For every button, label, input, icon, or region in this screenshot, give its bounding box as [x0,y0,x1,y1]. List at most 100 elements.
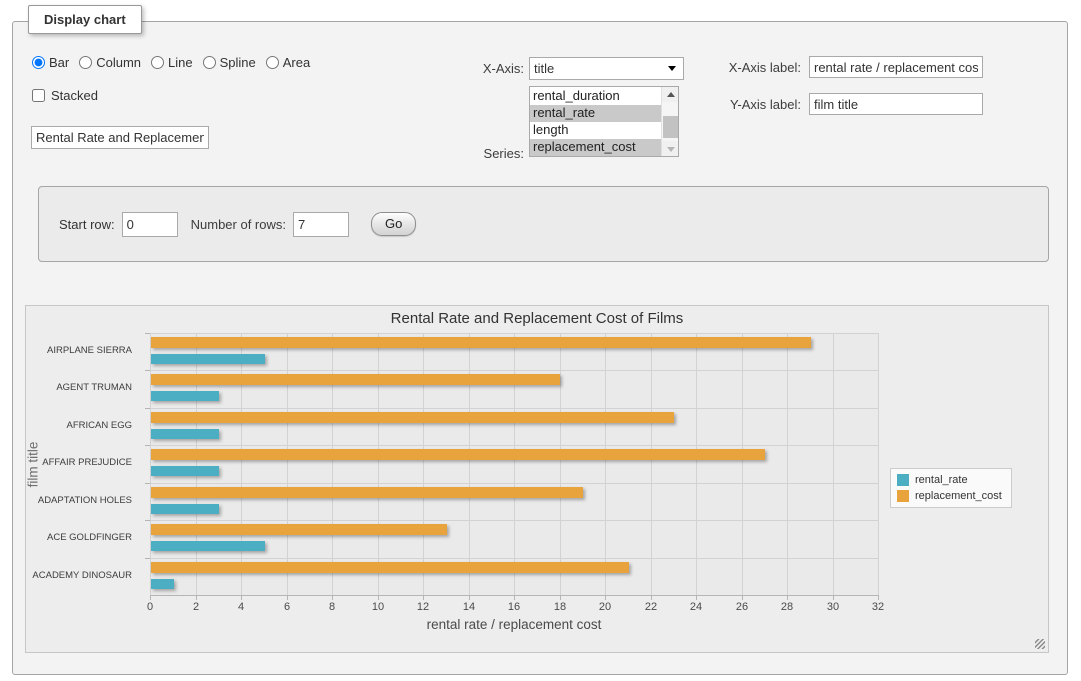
chart-type-option-text: Column [96,55,141,70]
bar-replacement_cost [151,449,765,460]
x-tick-label: 6 [272,601,302,613]
series-label: Series: [393,146,524,161]
y-tick-mark [145,558,150,559]
legend-label: rental_rate [915,474,968,486]
radio-area[interactable] [266,56,279,69]
gridline-vertical [651,333,652,595]
series-scrollbar[interactable] [661,87,678,156]
category-label: ACADEMY DINOSAUR [2,570,132,582]
x-tick-mark [833,595,834,600]
chart-container: Rental Rate and Replacement Cost of Film… [25,305,1049,653]
category-label: AGENT TRUMAN [2,382,132,394]
category-label: ACE GOLDFINGER [2,532,132,544]
radio-line[interactable] [151,56,164,69]
chart-title-input[interactable] [31,126,209,149]
gridline-vertical [560,333,561,595]
series-option-length[interactable]: length [530,122,661,139]
x-tick-mark [150,595,151,600]
x-axis-select-label: X-Axis: [393,61,524,76]
x-tick-mark [742,595,743,600]
gridline-horizontal [150,370,878,371]
bar-rental_rate [151,429,219,439]
bar-rental_rate [151,391,219,401]
fieldset-title: Display chart [28,5,142,34]
gridline-vertical [241,333,242,595]
chart-type-option-line[interactable]: Line [151,55,193,70]
x-tick-mark [878,595,879,600]
gridline-horizontal [150,333,878,334]
stacked-checkbox[interactable] [32,89,45,102]
legend-swatch-icon [897,490,909,502]
x-tick-label: 12 [408,601,438,613]
x-tick-mark [651,595,652,600]
bar-rental_rate [151,466,219,476]
category-label: AFFAIR PREJUDICE [2,457,132,469]
x-tick-mark [196,595,197,600]
scroll-thumb[interactable] [663,116,678,138]
go-button[interactable]: Go [371,212,416,236]
x-tick-label: 30 [818,601,848,613]
bar-replacement_cost [151,562,629,573]
gridline-vertical [469,333,470,595]
scroll-down-icon[interactable] [662,141,679,156]
chart-type-option-text: Bar [49,55,69,70]
chart-type-option-spline[interactable]: Spline [203,55,256,70]
x-tick-mark [514,595,515,600]
chart-type-option-area[interactable]: Area [266,55,310,70]
x-tick-label: 20 [590,601,620,613]
bar-rental_rate [151,354,265,364]
radio-column[interactable] [79,56,92,69]
gridline-vertical [696,333,697,595]
x-axis-label-input[interactable] [809,56,983,78]
x-tick-mark [696,595,697,600]
y-tick-mark [145,520,150,521]
legend-swatch-icon [897,474,909,486]
gridline-vertical [150,333,151,595]
chart-plot-area [150,333,878,595]
legend-item-rental_rate[interactable]: rental_rate [897,474,1002,486]
series-option-replacement_cost[interactable]: replacement_cost [530,139,661,156]
gridline-horizontal [150,408,878,409]
x-tick-label: 32 [863,601,893,613]
scroll-up-icon[interactable] [662,87,679,102]
resize-handle-icon[interactable] [1035,639,1045,649]
series-option-rental_rate[interactable]: rental_rate [530,105,661,122]
bar-replacement_cost [151,524,447,535]
num-rows-input[interactable] [293,212,349,237]
category-label: AFRICAN EGG [2,420,132,432]
x-tick-label: 10 [363,601,393,613]
x-tick-label: 8 [317,601,347,613]
radio-bar[interactable] [32,56,45,69]
x-tick-label: 16 [499,601,529,613]
x-tick-label: 4 [226,601,256,613]
series-listbox[interactable]: rental_durationrental_ratelengthreplacem… [529,86,679,157]
legend-item-replacement_cost[interactable]: replacement_cost [897,490,1002,502]
y-axis-label-input[interactable] [809,93,983,115]
gridline-vertical [605,333,606,595]
gridline-horizontal [150,483,878,484]
x-tick-mark [787,595,788,600]
bar-replacement_cost [151,412,674,423]
chart-type-option-text: Area [283,55,310,70]
x-tick-mark [241,595,242,600]
x-tick-mark [605,595,606,600]
display-chart-fieldset: BarColumnLineSplineArea Stacked X-Axis: … [12,21,1068,675]
series-option-rental_duration[interactable]: rental_duration [530,88,661,105]
bar-replacement_cost [151,337,811,348]
chart-type-option-column[interactable]: Column [79,55,141,70]
num-rows-label: Number of rows: [191,217,286,232]
x-tick-mark [423,595,424,600]
chart-legend: rental_rate replacement_cost [890,468,1012,508]
x-tick-label: 2 [181,601,211,613]
start-row-input[interactable] [122,212,178,237]
radio-spline[interactable] [203,56,216,69]
chart-type-option-bar[interactable]: Bar [32,55,69,70]
gridline-horizontal [150,558,878,559]
x-axis-label-caption: X-Axis label: [703,60,801,75]
x-axis-select[interactable]: title [529,57,684,80]
x-tick-label: 18 [545,601,575,613]
legend-label: replacement_cost [915,490,1002,502]
gridline-vertical [787,333,788,595]
stacked-label: Stacked [51,88,98,103]
y-axis-label-caption: Y-Axis label: [703,97,801,112]
